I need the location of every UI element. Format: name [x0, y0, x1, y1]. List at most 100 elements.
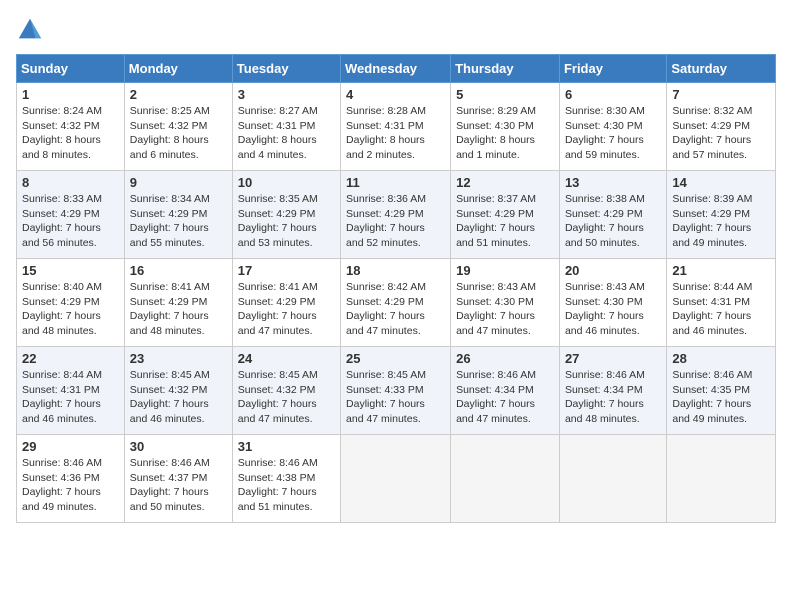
weekday-header-saturday: Saturday: [667, 55, 776, 83]
calendar-cell: [341, 435, 451, 523]
day-number: 11: [346, 175, 445, 190]
weekday-header-monday: Monday: [124, 55, 232, 83]
day-number: 20: [565, 263, 661, 278]
day-number: 29: [22, 439, 119, 454]
day-info: Sunrise: 8:42 AM Sunset: 4:29 PM Dayligh…: [346, 280, 445, 339]
calendar-header: SundayMondayTuesdayWednesdayThursdayFrid…: [17, 55, 776, 83]
calendar-cell: 5 Sunrise: 8:29 AM Sunset: 4:30 PM Daylig…: [451, 83, 560, 171]
day-number: 12: [456, 175, 554, 190]
calendar-cell: 29Sunrise: 8:46 AM Sunset: 4:36 PM Dayli…: [17, 435, 125, 523]
day-number: 24: [238, 351, 335, 366]
day-number: 26: [456, 351, 554, 366]
day-number: 13: [565, 175, 661, 190]
weekday-header-wednesday: Wednesday: [341, 55, 451, 83]
calendar-cell: 28Sunrise: 8:46 AM Sunset: 4:35 PM Dayli…: [667, 347, 776, 435]
calendar-cell: 24 Sunrise: 8:45 AM Sunset: 4:32 PM Dayli…: [232, 347, 340, 435]
day-number: 30: [130, 439, 227, 454]
calendar-cell: 16Sunrise: 8:41 AM Sunset: 4:29 PM Dayli…: [124, 259, 232, 347]
day-info: Sunrise: 8:46 AM Sunset: 4:38 PM Dayligh…: [238, 456, 335, 515]
day-info: Sunrise: 8:40 AM Sunset: 4:29 PM Dayligh…: [22, 280, 119, 339]
calendar-cell: 31 Sunrise: 8:46 AM Sunset: 4:38 PM Dayli…: [232, 435, 340, 523]
day-number: 5: [456, 87, 554, 102]
day-info: Sunrise: 8:33 AM Sunset: 4:29 PM Dayligh…: [22, 192, 119, 251]
day-info: Sunrise: 8:25 AM Sunset: 4:32 PM Dayligh…: [130, 104, 227, 163]
calendar-table: SundayMondayTuesdayWednesdayThursdayFrid…: [16, 54, 776, 523]
calendar-cell: 17Sunrise: 8:41 AM Sunset: 4:29 PM Dayli…: [232, 259, 340, 347]
day-info: Sunrise: 8:30 AM Sunset: 4:30 PM Dayligh…: [565, 104, 661, 163]
calendar-cell: 4 Sunrise: 8:28 AM Sunset: 4:31 PM Daylig…: [341, 83, 451, 171]
day-info: Sunrise: 8:44 AM Sunset: 4:31 PM Dayligh…: [672, 280, 770, 339]
logo: [16, 16, 48, 44]
day-info: Sunrise: 8:37 AM Sunset: 4:29 PM Dayligh…: [456, 192, 554, 251]
calendar-cell: 9 Sunrise: 8:34 AM Sunset: 4:29 PM Daylig…: [124, 171, 232, 259]
calendar-cell: [667, 435, 776, 523]
day-number: 28: [672, 351, 770, 366]
weekday-header-tuesday: Tuesday: [232, 55, 340, 83]
week-row-3: 15 Sunrise: 8:40 AM Sunset: 4:29 PM Dayli…: [17, 259, 776, 347]
day-number: 9: [130, 175, 227, 190]
day-number: 27: [565, 351, 661, 366]
calendar-cell: [559, 435, 666, 523]
day-info: Sunrise: 8:45 AM Sunset: 4:33 PM Dayligh…: [346, 368, 445, 427]
week-row-2: 8 Sunrise: 8:33 AM Sunset: 4:29 PM Daylig…: [17, 171, 776, 259]
calendar-cell: 23 Sunrise: 8:45 AM Sunset: 4:32 PM Dayli…: [124, 347, 232, 435]
header: [16, 16, 776, 44]
week-row-1: 1 Sunrise: 8:24 AM Sunset: 4:32 PM Daylig…: [17, 83, 776, 171]
calendar-cell: 12 Sunrise: 8:37 AM Sunset: 4:29 PM Dayli…: [451, 171, 560, 259]
day-info: Sunrise: 8:44 AM Sunset: 4:31 PM Dayligh…: [22, 368, 119, 427]
day-info: Sunrise: 8:45 AM Sunset: 4:32 PM Dayligh…: [238, 368, 335, 427]
weekday-header-thursday: Thursday: [451, 55, 560, 83]
calendar-cell: [451, 435, 560, 523]
day-info: Sunrise: 8:32 AM Sunset: 4:29 PM Dayligh…: [672, 104, 770, 163]
day-number: 14: [672, 175, 770, 190]
week-row-4: 22 Sunrise: 8:44 AM Sunset: 4:31 PM Dayli…: [17, 347, 776, 435]
day-info: Sunrise: 8:41 AM Sunset: 4:29 PM Dayligh…: [238, 280, 335, 339]
day-info: Sunrise: 8:29 AM Sunset: 4:30 PM Dayligh…: [456, 104, 554, 163]
day-info: Sunrise: 8:41 AM Sunset: 4:29 PM Dayligh…: [130, 280, 227, 339]
day-info: Sunrise: 8:27 AM Sunset: 4:31 PM Dayligh…: [238, 104, 335, 163]
day-number: 6: [565, 87, 661, 102]
day-number: 15: [22, 263, 119, 278]
day-info: Sunrise: 8:28 AM Sunset: 4:31 PM Dayligh…: [346, 104, 445, 163]
calendar-cell: 14 Sunrise: 8:39 AM Sunset: 4:29 PM Dayli…: [667, 171, 776, 259]
day-info: Sunrise: 8:43 AM Sunset: 4:30 PM Dayligh…: [456, 280, 554, 339]
day-number: 19: [456, 263, 554, 278]
day-info: Sunrise: 8:46 AM Sunset: 4:34 PM Dayligh…: [565, 368, 661, 427]
day-info: Sunrise: 8:35 AM Sunset: 4:29 PM Dayligh…: [238, 192, 335, 251]
calendar-cell: 26 Sunrise: 8:46 AM Sunset: 4:34 PM Dayli…: [451, 347, 560, 435]
calendar-cell: 7 Sunrise: 8:32 AM Sunset: 4:29 PM Daylig…: [667, 83, 776, 171]
day-info: Sunrise: 8:36 AM Sunset: 4:29 PM Dayligh…: [346, 192, 445, 251]
day-info: Sunrise: 8:38 AM Sunset: 4:29 PM Dayligh…: [565, 192, 661, 251]
calendar-cell: 10 Sunrise: 8:35 AM Sunset: 4:29 PM Dayli…: [232, 171, 340, 259]
day-number: 8: [22, 175, 119, 190]
calendar-cell: 22 Sunrise: 8:44 AM Sunset: 4:31 PM Dayli…: [17, 347, 125, 435]
day-info: Sunrise: 8:24 AM Sunset: 4:32 PM Dayligh…: [22, 104, 119, 163]
day-info: Sunrise: 8:45 AM Sunset: 4:32 PM Dayligh…: [130, 368, 227, 427]
day-number: 18: [346, 263, 445, 278]
day-number: 31: [238, 439, 335, 454]
day-number: 23: [130, 351, 227, 366]
day-info: Sunrise: 8:39 AM Sunset: 4:29 PM Dayligh…: [672, 192, 770, 251]
day-number: 4: [346, 87, 445, 102]
calendar-cell: 8 Sunrise: 8:33 AM Sunset: 4:29 PM Daylig…: [17, 171, 125, 259]
page: SundayMondayTuesdayWednesdayThursdayFrid…: [0, 0, 792, 612]
day-number: 22: [22, 351, 119, 366]
day-number: 7: [672, 87, 770, 102]
calendar-cell: 1 Sunrise: 8:24 AM Sunset: 4:32 PM Daylig…: [17, 83, 125, 171]
day-info: Sunrise: 8:46 AM Sunset: 4:37 PM Dayligh…: [130, 456, 227, 515]
day-info: Sunrise: 8:43 AM Sunset: 4:30 PM Dayligh…: [565, 280, 661, 339]
calendar-cell: 27 Sunrise: 8:46 AM Sunset: 4:34 PM Dayli…: [559, 347, 666, 435]
day-info: Sunrise: 8:34 AM Sunset: 4:29 PM Dayligh…: [130, 192, 227, 251]
weekday-header-friday: Friday: [559, 55, 666, 83]
calendar-cell: 2Sunrise: 8:25 AM Sunset: 4:32 PM Daylig…: [124, 83, 232, 171]
calendar-cell: 3 Sunrise: 8:27 AM Sunset: 4:31 PM Daylig…: [232, 83, 340, 171]
day-number: 1: [22, 87, 119, 102]
calendar-cell: 21 Sunrise: 8:44 AM Sunset: 4:31 PM Dayli…: [667, 259, 776, 347]
calendar-cell: 20 Sunrise: 8:43 AM Sunset: 4:30 PM Dayli…: [559, 259, 666, 347]
day-number: 10: [238, 175, 335, 190]
logo-icon: [16, 16, 44, 44]
day-number: 21: [672, 263, 770, 278]
calendar-cell: 25Sunrise: 8:45 AM Sunset: 4:33 PM Dayli…: [341, 347, 451, 435]
day-info: Sunrise: 8:46 AM Sunset: 4:34 PM Dayligh…: [456, 368, 554, 427]
day-number: 3: [238, 87, 335, 102]
